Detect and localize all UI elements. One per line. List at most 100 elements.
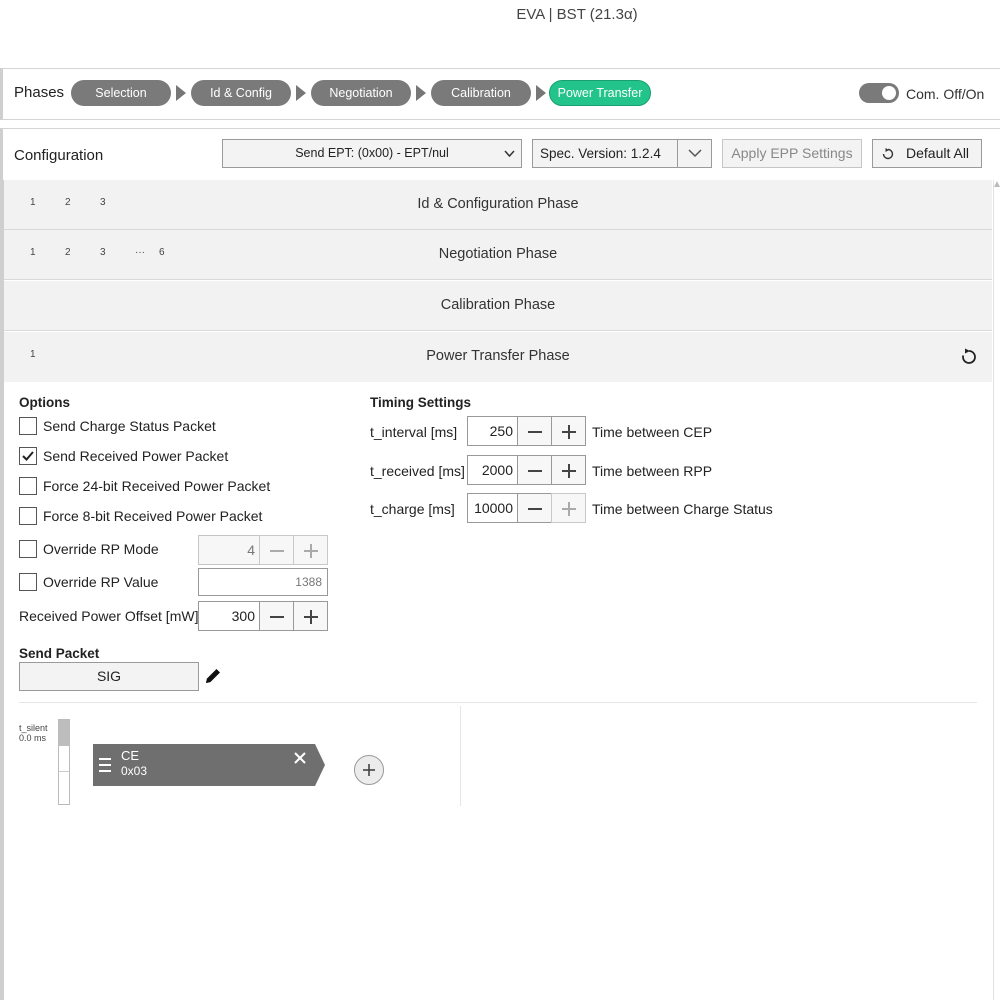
minus-icon (528, 470, 542, 472)
ept-select-value: Send EPT: (0x00) - EPT/nul (295, 146, 449, 160)
t-charge-increment-button[interactable] (551, 493, 586, 523)
t-interval-input[interactable]: 250 (467, 416, 518, 446)
t-received-value: 2000 (481, 462, 513, 478)
t-interval-label: t_interval [ms] (370, 424, 458, 440)
plus-icon-v (310, 544, 312, 558)
t-silent-value: 0.0 ms (19, 733, 47, 743)
t-silent-slider-tick (59, 771, 69, 772)
rp-offset-value: 300 (231, 608, 255, 624)
force-8bit-checkbox[interactable] (19, 507, 37, 525)
chevron-down-icon (504, 150, 515, 158)
t-charge-decrement-button[interactable] (517, 493, 552, 523)
t-interval-increment-button[interactable] (551, 416, 586, 446)
accordion-id-config-phase[interactable]: 123 Id & Configuration Phase (4, 180, 992, 230)
send-charge-status-checkbox[interactable] (19, 417, 37, 435)
t-charge-value: 10000 (474, 500, 513, 516)
rp-value-value: 1388 (295, 575, 322, 589)
t-interval-decrement-button[interactable] (517, 416, 552, 446)
accordion-negotiation-phase[interactable]: 1 2 3 ··· 6 Negotiation Phase (4, 230, 992, 280)
add-packet-button[interactable] (354, 755, 384, 785)
rp-offset-label: Received Power Offset [mW] (19, 608, 199, 624)
override-rp-value-checkbox[interactable] (19, 573, 37, 591)
accordion-title: Calibration Phase (440, 297, 556, 313)
rp-mode-decrement-button[interactable] (259, 535, 294, 565)
phase-negotiation-button[interactable]: Negotiation (311, 80, 411, 106)
t-silent-slider-fill (59, 720, 69, 746)
default-all-label: Default All (906, 145, 970, 161)
accordion-title: Power Transfer Phase (426, 348, 570, 364)
checkbox-label: Override RP Value (43, 574, 159, 590)
minus-icon (528, 431, 542, 433)
override-rp-mode-checkbox[interactable] (19, 540, 37, 558)
scroll-up-arrow-icon[interactable] (994, 181, 1000, 187)
apply-epp-settings-button[interactable]: Apply EPP Settings (722, 139, 862, 168)
checkbox-label: Send Received Power Packet (43, 448, 229, 464)
t-received-decrement-button[interactable] (517, 455, 552, 485)
chevron-right-icon (296, 85, 306, 101)
rp-value-input[interactable]: 1388 (198, 568, 328, 596)
spec-version-value: Spec. Version: 1.2.4 (540, 146, 661, 161)
phase-id-config-button[interactable]: Id & Config (191, 80, 291, 106)
checkbox-label: Force 8-bit Received Power Packet (43, 508, 263, 524)
minus-icon (270, 616, 284, 618)
phases-label: Phases (14, 84, 65, 101)
checkbox-label: Send Charge Status Packet (43, 418, 216, 434)
spec-version-select[interactable]: Spec. Version: 1.2.4 (532, 139, 712, 168)
accordion-title: Negotiation Phase (438, 246, 558, 262)
com-toggle[interactable] (859, 83, 899, 103)
plus-icon-v (568, 502, 570, 516)
toggle-knob (882, 86, 896, 100)
default-all-button[interactable]: Default All (872, 139, 982, 168)
chevron-right-icon (416, 85, 426, 101)
accordion-title: Id & Configuration Phase (417, 196, 579, 212)
rp-mode-value: 4 (247, 542, 255, 558)
minus-icon (528, 508, 542, 510)
chevron-down-icon[interactable] (677, 140, 711, 167)
plus-icon (363, 764, 375, 776)
com-toggle-label: Com. Off/On (906, 86, 985, 102)
ept-select[interactable]: Send EPT: (0x00) - EPT/nul (222, 139, 522, 168)
send-packet-heading: Send Packet (19, 646, 100, 661)
plus-icon-v (310, 610, 312, 624)
phase-power-transfer-button[interactable]: Power Transfer (549, 80, 651, 106)
phases-bar: Phases Selection Id & Config Negotiation… (0, 68, 1000, 120)
rp-mode-increment-button[interactable] (293, 535, 328, 565)
t-charge-input[interactable]: 10000 (467, 493, 518, 523)
t-received-input[interactable]: 2000 (467, 455, 518, 485)
plus-icon-v (568, 425, 570, 439)
configuration-label: Configuration (14, 147, 104, 164)
send-received-power-checkbox[interactable] (19, 447, 37, 465)
t-charge-desc: Time between Charge Status (592, 501, 773, 517)
t-received-increment-button[interactable] (551, 455, 586, 485)
sig-packet-button[interactable]: SIG (19, 662, 199, 691)
t-charge-label: t_charge [ms] (370, 501, 455, 517)
rp-mode-input[interactable]: 4 (198, 535, 260, 565)
ce-block-name: CE (121, 748, 140, 763)
rp-offset-increment-button[interactable] (293, 601, 328, 631)
plus-icon-v (568, 464, 570, 478)
timeline-vertical-divider (460, 706, 461, 806)
accordion-calibration-phase[interactable]: Calibration Phase (4, 281, 992, 331)
timing-heading: Timing Settings (370, 395, 472, 410)
checkmark-icon (22, 451, 34, 461)
t-interval-desc: Time between CEP (592, 424, 713, 440)
t-silent-slider[interactable] (58, 719, 70, 805)
options-heading: Options (19, 395, 70, 410)
configuration-bar: Configuration Send EPT: (0x00) - EPT/nul… (0, 128, 1000, 180)
t-received-label: t_received [ms] (370, 463, 465, 479)
force-24bit-checkbox[interactable] (19, 477, 37, 495)
phase-selection-button[interactable]: Selection (71, 80, 171, 106)
chevron-right-icon (536, 85, 546, 101)
right-scrollbar[interactable] (993, 180, 1000, 1000)
reset-icon[interactable] (960, 348, 978, 366)
rp-offset-decrement-button[interactable] (259, 601, 294, 631)
reset-icon (882, 148, 894, 160)
ce-block-code: 0x03 (121, 764, 148, 778)
phase-calibration-button[interactable]: Calibration (431, 80, 531, 106)
timeline-divider (19, 702, 977, 703)
rp-offset-input[interactable]: 300 (198, 601, 260, 631)
pencil-icon[interactable] (204, 667, 222, 685)
accordion-power-transfer-phase[interactable]: 1 Power Transfer Phase (4, 332, 992, 382)
t-silent-name: t_silent (19, 723, 48, 733)
checkbox-label: Force 24-bit Received Power Packet (43, 478, 271, 494)
